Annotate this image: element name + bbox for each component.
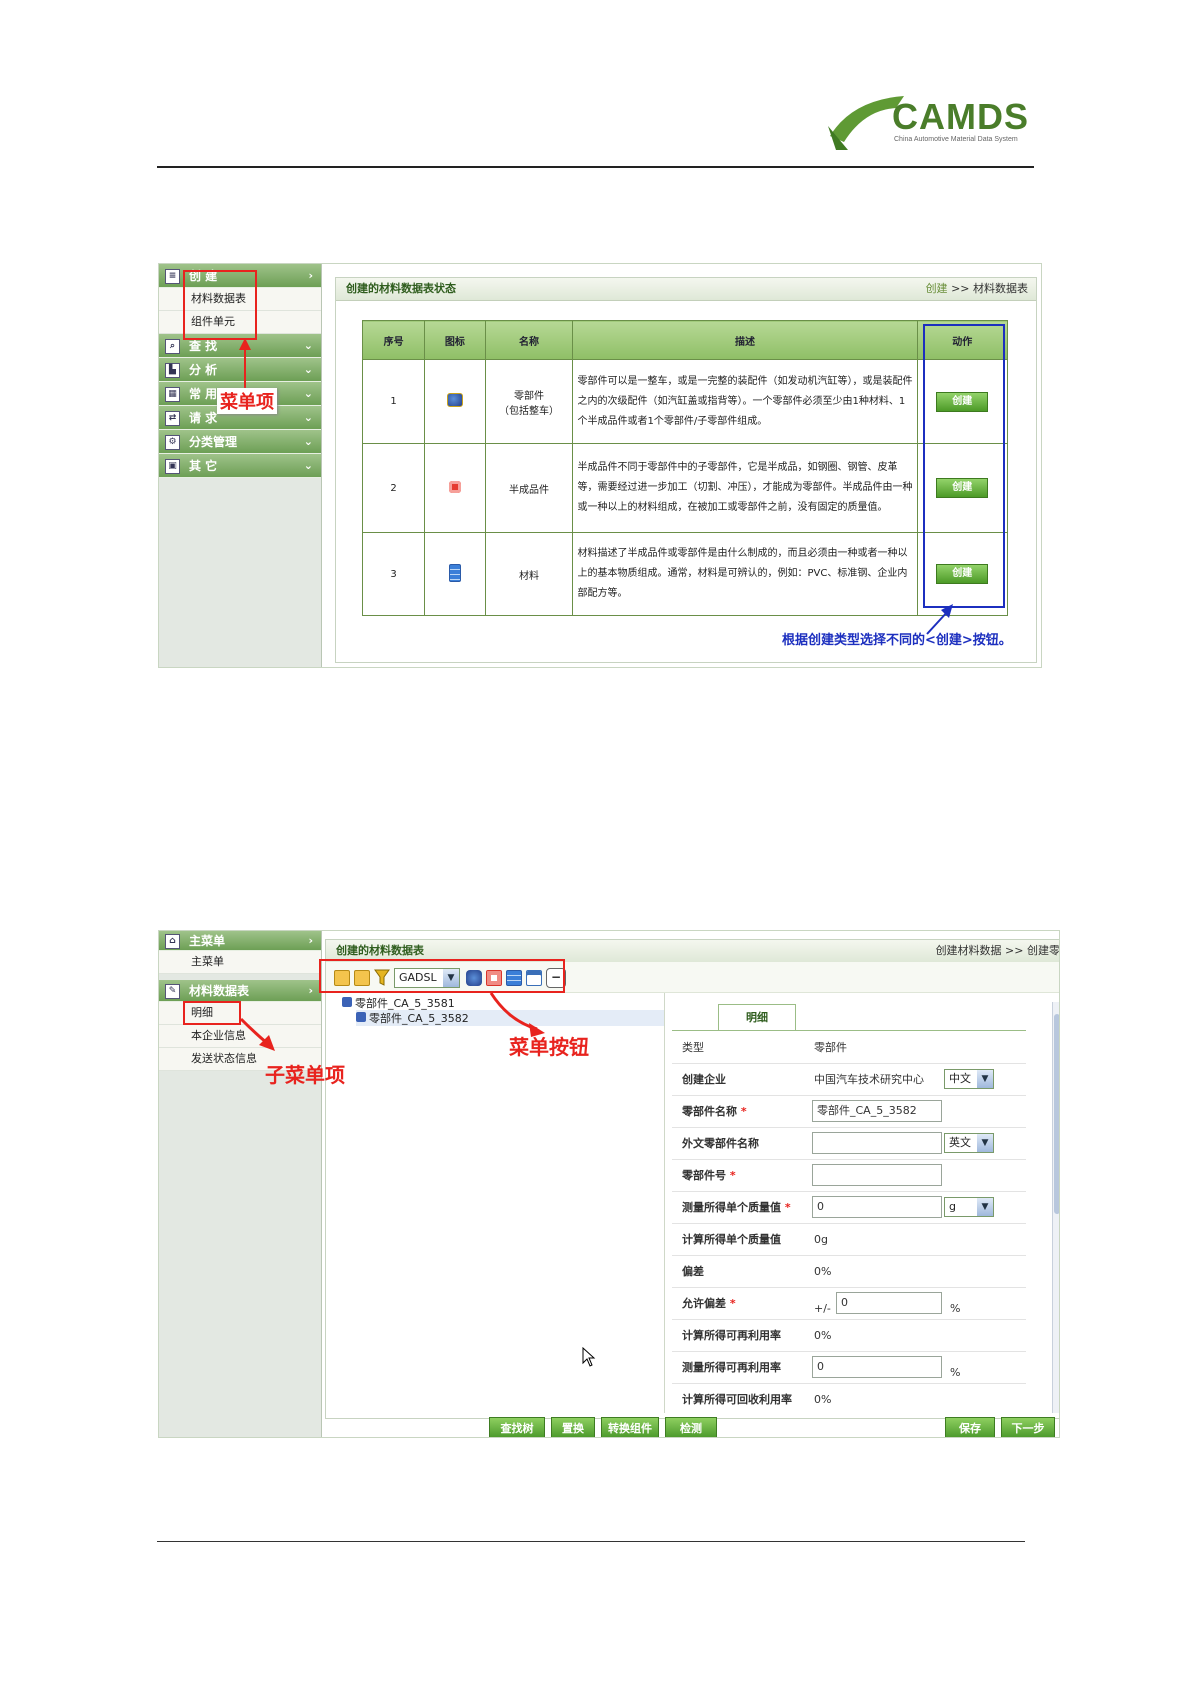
chevron-down-icon: ⌄ [303,387,313,400]
measured-reuse-input[interactable]: 0 [812,1356,942,1378]
chevron-down-icon: ▼ [977,1070,993,1088]
create-datasheet-panel: 创建的材料数据表 创建材料数据 >> 创建零 GADSL ▼ − 零部件_CA_5… [325,939,1060,1419]
breadcrumb-current: 材料数据表 [973,282,1028,295]
highlight-create-buttons [923,324,1005,608]
form-row-deviation: 偏差 0% [672,1256,1026,1288]
logo-main-text: CAMDS [892,96,1029,137]
annotation-menu-button: 菜单按钮 [509,1035,589,1059]
material-icon [448,563,461,582]
home-icon: ⌂ [165,934,180,949]
next-step-button[interactable]: 下一步 [1001,1417,1055,1437]
request-icon: ⇄ [165,411,180,426]
find-tree-button[interactable]: 查找树 [489,1417,545,1437]
form-row-allowed-deviation: 允许偏差 * +/- 0% [672,1288,1026,1320]
form-row-type: 类型 零部件 [672,1032,1026,1064]
chevron-down-icon: ⌄ [303,411,313,424]
header-rule [157,166,1034,168]
chevron-down-icon: ⌄ [303,435,313,448]
datasheet-icon: ✎ [165,984,180,999]
mouse-cursor-icon [582,1347,596,1367]
sidebar-item-main[interactable]: 主菜单 [159,951,321,974]
tree-node[interactable]: 零部件_CA_5_3581 [342,995,455,1011]
mass-unit-select[interactable]: g ▼ [944,1197,994,1217]
arrow-down-right-icon [239,1017,275,1051]
menu-category[interactable]: ⚙ 分类管理 ⌄ [159,430,321,454]
tab-detail[interactable]: 明细 [718,1004,796,1031]
chevron-right-icon: › [308,269,313,282]
part-icon [446,393,463,407]
other-icon: ▣ [165,459,180,474]
tree-view: 零部件_CA_5_3581 零部件_CA_5_3582 [326,993,665,1413]
chevron-down-icon: ⌄ [303,459,313,472]
semi-product-icon [448,480,461,493]
form-row-foreign-name: 外文零部件名称 英文 ▼ [672,1128,1026,1160]
part-name-input[interactable]: 零部件_CA_5_3582 [812,1100,942,1122]
table-row: 3 材料 材料描述了半成品件或零部件是由什么制成的，而且必须由一种或者一种以上的… [361,532,1009,616]
grid-icon: ▦ [165,387,180,402]
camds-logo: CAMDS China Automotive Material Data Sys… [826,86,1028,154]
form-row-measured-reuse: 测量所得可再利用率 0% [672,1352,1026,1384]
annotation-submenu-item: 子菜单项 [265,1063,345,1087]
column-header-name: 名称 [484,320,574,360]
chart-icon: ▙ [165,363,180,378]
column-header-no: 序号 [361,320,426,360]
form-row-measured-mass: 测量所得单个质量值 * 0 g ▼ [672,1192,1026,1224]
highlight-submenu-item [183,1001,241,1025]
screenshot-create-datasheet: ⌂ 主菜单 › 主菜单 ✎ 材料数据表 › 明细 本企业信息 发送状态信息 创建的材料数… [158,930,1060,1438]
foreign-language-select[interactable]: 英文 ▼ [944,1133,994,1153]
measured-mass-input[interactable]: 0 [812,1196,942,1218]
logo-sub-text: China Automotive Material Data System [894,136,1018,143]
column-header-desc: 描述 [572,320,918,360]
form-row-calc-recovery: 计算所得可回收利用率 0% [672,1384,1026,1413]
annotation-menu-item: 菜单项 [217,388,277,414]
breadcrumb: 创建材料数据 >> 创建零 [935,944,1060,957]
column-header-icon: 图标 [424,320,486,360]
chevron-down-icon: ⌄ [303,339,313,352]
chevron-right-icon: › [308,984,313,997]
language-select[interactable]: 中文 ▼ [944,1069,994,1089]
save-button[interactable]: 保存 [945,1417,995,1437]
part-number-input[interactable] [812,1164,942,1186]
chevron-down-icon: ▼ [977,1134,993,1152]
search-icon: ⌕ [165,339,180,354]
chevron-right-icon: › [308,934,313,947]
chevron-down-icon: ▼ [977,1198,993,1216]
form-row-part-name: 零部件名称 * 零部件_CA_5_3582 [672,1096,1026,1128]
form-row-calculated-mass: 计算所得单个质量值 0g [672,1224,1026,1256]
detail-form: 类型 零部件 创建企业 中国汽车技术研究中心 中文 ▼ 零部件名称 * 零部件_CA_5_… [672,1032,1026,1412]
document-icon: ≡ [165,269,180,284]
allowed-deviation-input[interactable]: 0 [836,1292,942,1314]
breadcrumb-link-create[interactable]: 创建 [926,282,948,295]
table-row: 1 零部件 （包括整车） 零部件可以是一整车，或是一完整的装配件（如发动机汽缸等）… [361,359,1009,444]
form-row-part-number: 零部件号 * [672,1160,1026,1192]
detail-pane: 明细 类型 零部件 创建企业 中国汽车技术研究中心 中文 ▼ 零部件名称 * 零部件_CA… [672,1002,1059,1413]
table-row: 2 半成品件 半成品件不同于零部件中的子零部件，它是半成品，如钢圈、钢管、皮革等… [361,443,1009,533]
menu-other[interactable]: ▣ 其 它 ⌄ [159,454,321,478]
breadcrumb: 创建 >> 材料数据表 [925,282,1028,295]
foreign-name-input[interactable] [812,1132,942,1154]
vertical-scrollbar[interactable] [1052,1002,1059,1413]
convert-component-button[interactable]: 转换组件 [601,1417,659,1437]
menu-datasheet[interactable]: ✎ 材料数据表 › [159,980,321,1002]
check-button[interactable]: 检测 [665,1417,717,1437]
form-row-calc-reuse: 计算所得可再利用率 0% [672,1320,1026,1352]
category-icon: ⚙ [165,435,180,450]
menu-main[interactable]: ⌂ 主菜单 › [159,931,321,951]
chevron-down-icon: ⌄ [303,363,313,376]
part-icon [342,997,352,1007]
panel-title: 创建的材料数据表状态 创建 >> 材料数据表 [336,278,1036,301]
annotation-create-button: 根据创建类型选择不同的<创建>按钮。 [782,633,1012,648]
replace-button[interactable]: 置换 [551,1417,595,1437]
create-type-table: 序号 图标 名称 描述 动作 1 零部件 （包括整车） 零部件可以是一整车，或是一… [361,320,1009,616]
part-icon [356,1012,366,1022]
footer-rule [157,1541,1025,1542]
form-row-company: 创建企业 中国汽车技术研究中心 中文 ▼ [672,1064,1026,1096]
highlight-menu-item [183,270,257,340]
highlight-toolbar [319,959,565,993]
screenshot-create-status: ≡ 创 建 › 材料数据表 组件单元 ⌕ 查 找 ⌄ ▙ 分 析 ⌄ ▦ 常 用 ⌄ ⇄ 请 求 ⌄… [158,263,1042,668]
